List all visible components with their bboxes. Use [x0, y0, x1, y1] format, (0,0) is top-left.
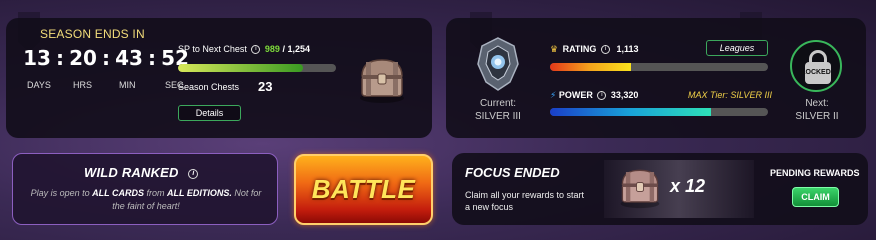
current-label: Current: [479, 98, 517, 109]
sp-progress-fill [178, 64, 303, 72]
locked-label: LOCKED [801, 69, 831, 76]
wild-ranked-title: WILD RANKED i [84, 165, 200, 180]
timer-separator: : [102, 46, 110, 70]
focus-chest-count: x 12 [670, 176, 706, 196]
claim-button[interactable]: CLAIM [792, 187, 839, 207]
chest-icon [620, 169, 660, 209]
timer-days: 13 [23, 46, 51, 70]
power-value: 33,320 [610, 90, 639, 100]
rating-label: RATING [562, 44, 597, 54]
pending-rewards-label: PENDING REWARDS [770, 168, 860, 178]
details-button[interactable]: Details [178, 105, 241, 121]
season-timer: 13 : 20 : 43 : 52 [22, 46, 190, 70]
sp-total: / 1,254 [282, 44, 310, 54]
power-row: ⚡ POWER i 33,320 [550, 90, 638, 101]
crown-icon: ♛ [550, 44, 559, 54]
timer-separator: : [56, 46, 64, 70]
timer-label-minutes: MIN [119, 80, 136, 90]
battle-button[interactable]: BATTLE [294, 154, 433, 225]
timer-label-hours: HRS [73, 80, 93, 90]
battle-label: BATTLE [311, 174, 416, 204]
next-league: Next: SILVER II [790, 97, 844, 123]
timer-label-days: DAYS [27, 80, 51, 90]
current-league-name: SILVER III [475, 111, 521, 122]
rating-value: 1,113 [616, 44, 639, 54]
season-chests-count: 23 [258, 79, 273, 94]
current-league: Current: SILVER III [474, 97, 522, 123]
rating-progress-fill [550, 63, 631, 71]
season-title: SEASON ENDS IN [40, 27, 145, 41]
chest-icon[interactable] [356, 54, 408, 104]
sp-progress-bar [178, 64, 336, 72]
rating-progress-bar [550, 63, 768, 71]
info-icon[interactable]: i [597, 91, 607, 101]
wild-desc-text: from [144, 188, 168, 198]
sp-to-next-chest: SP to Next Chest i 989 / 1,254 [178, 44, 310, 55]
wild-desc-text: Play is open to [30, 188, 93, 198]
focus-title: FOCUS ENDED [465, 165, 560, 180]
power-progress-bar [550, 108, 768, 116]
next-league-name: SILVER II [795, 111, 839, 122]
wild-ranked-label: WILD RANKED [84, 165, 179, 180]
max-tier: MAX Tier: SILVER III [688, 90, 772, 100]
wild-desc-all-editions: ALL EDITIONS. [167, 188, 232, 198]
info-icon[interactable]: i [188, 169, 199, 179]
wild-ranked-description: Play is open to ALL CARDS from ALL EDITI… [26, 187, 266, 213]
info-icon[interactable]: i [600, 45, 610, 55]
rating-row: ♛ RATING i 1,113 [550, 44, 639, 55]
season-chests-label: Season Chests [178, 82, 240, 92]
next-league-locked-badge: LOCKED [790, 40, 842, 92]
timer-separator: : [148, 46, 156, 70]
leagues-button[interactable]: Leagues [706, 40, 768, 56]
league-emblem-icon [477, 37, 519, 91]
sp-label-text: SP to Next Chest [178, 44, 247, 54]
lightning-icon: ⚡ [550, 90, 557, 100]
wild-desc-all-cards: ALL CARDS [92, 188, 144, 198]
focus-description: Claim all your rewards to start a new fo… [465, 190, 585, 212]
next-label: Next: [805, 98, 829, 109]
power-progress-fill [550, 108, 712, 116]
timer-minutes: 43 [115, 46, 143, 70]
power-label: POWER [558, 90, 593, 100]
timer-hours: 20 [69, 46, 97, 70]
info-icon[interactable]: i [251, 45, 261, 55]
sp-current: 989 [264, 44, 280, 54]
